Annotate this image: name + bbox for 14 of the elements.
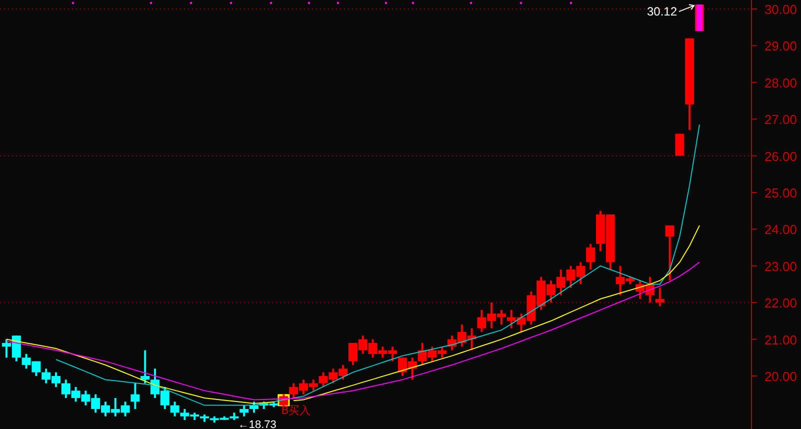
axis-label: 30.00 [764,2,797,17]
low-price-label: ←18.73 [238,419,276,429]
axis-label: 22.00 [764,296,797,311]
axis-label: 23.00 [764,258,797,274]
buy-signal-label: B买入 [281,404,311,418]
axis-label: 20.00 [764,368,797,384]
high-price-label: 30.12 [646,4,677,19]
axis-label: 25.00 [764,186,797,200]
axis-label: 29.00 [764,38,797,54]
axis-label: 21.00 [764,332,797,348]
axis-label: 28.00 [764,75,797,90]
axis-label: 26.00 [764,148,797,164]
axis-label: 24.00 [764,222,797,238]
axis-label: 27.00 [764,112,797,128]
